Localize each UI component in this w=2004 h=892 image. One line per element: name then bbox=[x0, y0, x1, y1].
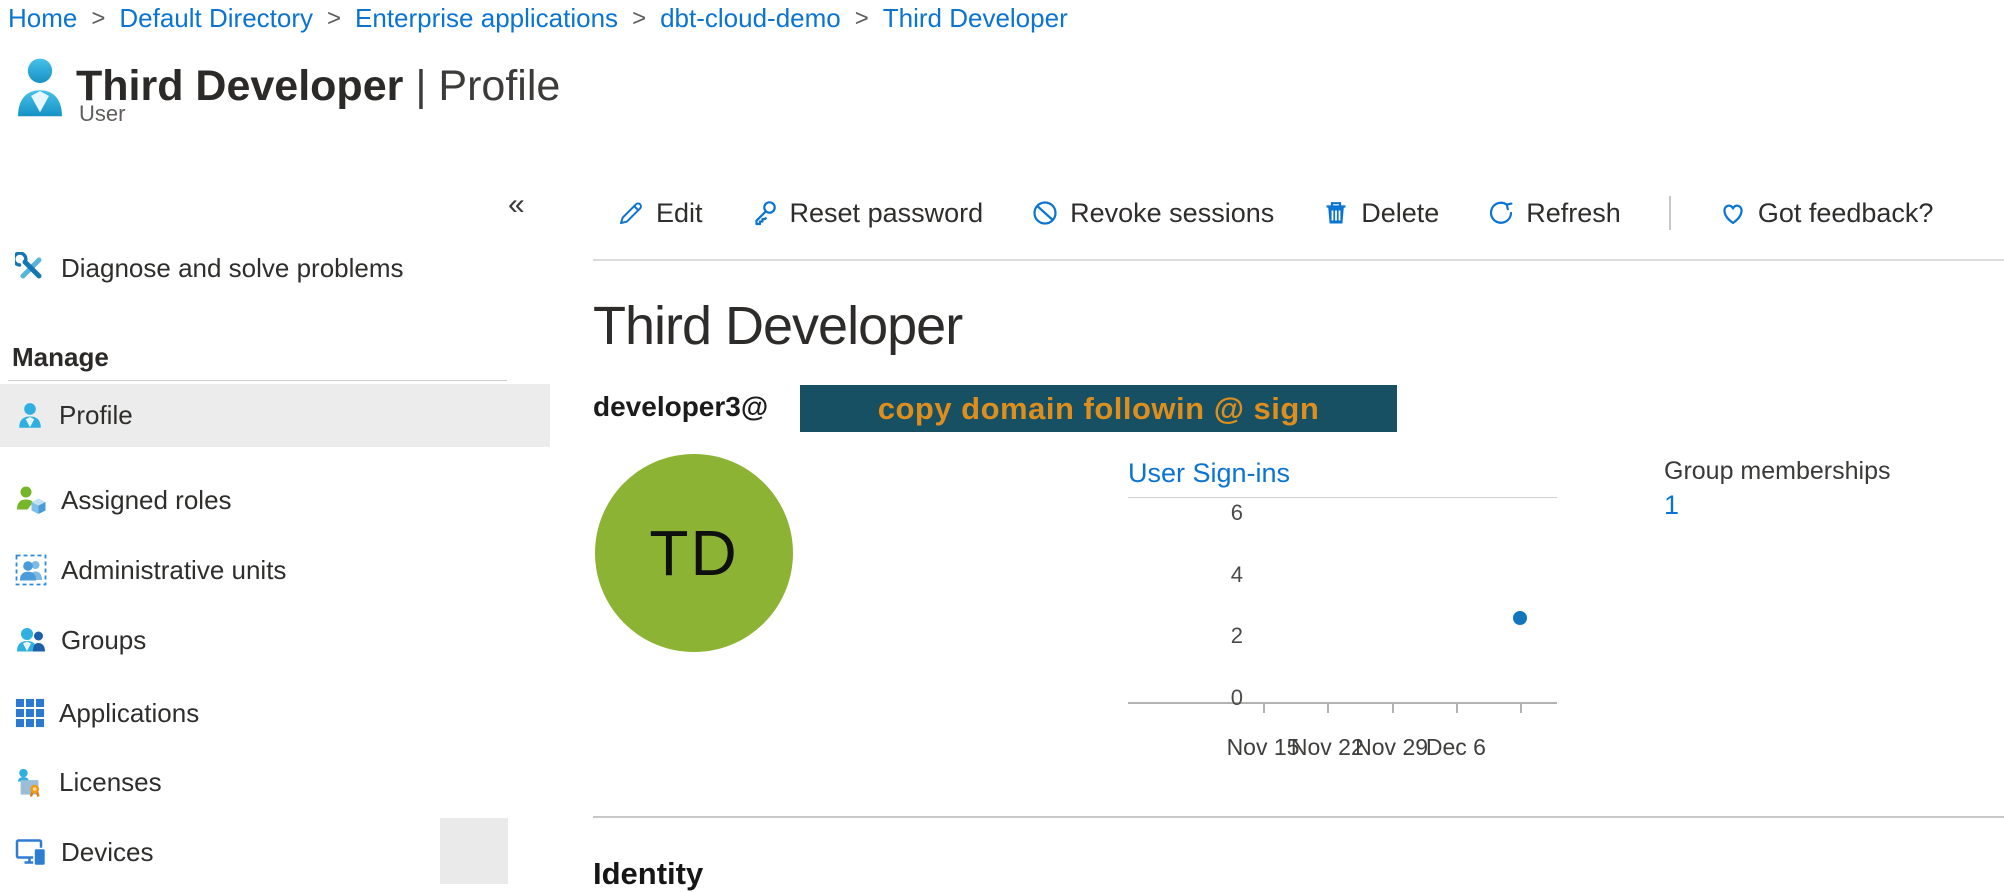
avatar-initials: TD bbox=[649, 516, 738, 590]
x-axis-tick bbox=[1263, 704, 1265, 713]
revoke-sessions-button[interactable]: Revoke sessions bbox=[1031, 198, 1274, 229]
button-label: Refresh bbox=[1526, 198, 1621, 229]
x-axis-label: Dec 6 bbox=[1411, 734, 1501, 761]
x-axis-tick bbox=[1327, 704, 1329, 713]
pencil-icon bbox=[617, 199, 645, 227]
sidebar-collapse-button[interactable]: « bbox=[508, 188, 525, 222]
sidebar-item-label: Diagnose and solve problems bbox=[61, 253, 404, 284]
trash-icon bbox=[1322, 199, 1350, 227]
breadcrumb-home[interactable]: Home bbox=[8, 3, 77, 34]
chart-title-divider bbox=[1128, 497, 1557, 498]
sidebar-item-label: Groups bbox=[61, 625, 146, 656]
button-label: Delete bbox=[1361, 198, 1439, 229]
y-axis-label: 2 bbox=[1213, 623, 1243, 649]
sidebar-section-manage: Manage bbox=[12, 342, 109, 373]
sidebar-item-assigned-roles[interactable]: Assigned roles bbox=[0, 469, 550, 531]
sidebar-item-groups[interactable]: Groups bbox=[0, 609, 550, 671]
breadcrumb-dbt-cloud-demo[interactable]: dbt-cloud-demo bbox=[660, 3, 841, 34]
sidebar-item-administrative-units[interactable]: Administrative units bbox=[0, 539, 550, 601]
section-divider bbox=[593, 816, 2004, 818]
sidebar-item-applications[interactable]: Applications bbox=[0, 682, 550, 744]
identity-section-heading: Identity bbox=[593, 856, 703, 892]
redaction-overlay: copy domain followin @ sign bbox=[800, 385, 1397, 432]
sidebar-divider bbox=[8, 380, 507, 381]
button-label: Revoke sessions bbox=[1070, 198, 1274, 229]
x-axis-tick bbox=[1456, 704, 1458, 713]
sidebar-item-label: Licenses bbox=[59, 767, 162, 798]
button-label: Edit bbox=[656, 198, 703, 229]
x-axis-tick bbox=[1392, 704, 1394, 713]
sidebar-scrollbar-thumb[interactable] bbox=[440, 818, 508, 884]
breadcrumb-separator: > bbox=[327, 5, 341, 33]
sidebar-item-label: Assigned roles bbox=[61, 485, 232, 516]
key-icon bbox=[751, 199, 779, 227]
profile-name-heading: Third Developer bbox=[593, 295, 962, 357]
user-sign-ins-link[interactable]: User Sign-ins bbox=[1128, 458, 1290, 489]
x-axis-tick bbox=[1520, 704, 1522, 713]
user-avatar-icon bbox=[14, 56, 66, 123]
applications-grid-icon bbox=[15, 698, 45, 728]
y-axis-label: 6 bbox=[1213, 500, 1243, 526]
refresh-button[interactable]: Refresh bbox=[1487, 198, 1621, 229]
page-title: Third Developer | Profile bbox=[76, 62, 560, 111]
sidebar-item-diagnose[interactable]: Diagnose and solve problems bbox=[0, 240, 550, 296]
sidebar-item-label: Devices bbox=[61, 837, 153, 868]
signin-chart: User Sign-ins 0246Nov 15Nov 22Nov 29Dec … bbox=[1128, 458, 1560, 778]
page-subtitle: User bbox=[79, 101, 125, 127]
edit-button[interactable]: Edit bbox=[617, 198, 703, 229]
refresh-icon bbox=[1487, 199, 1515, 227]
delete-button[interactable]: Delete bbox=[1322, 198, 1439, 229]
sidebar-item-label: Administrative units bbox=[61, 555, 286, 586]
breadcrumb: Home > Default Directory > Enterprise ap… bbox=[8, 3, 1068, 34]
groups-icon bbox=[15, 624, 47, 656]
devices-icon bbox=[15, 836, 47, 868]
blocked-icon bbox=[1031, 199, 1059, 227]
button-label: Reset password bbox=[790, 198, 984, 229]
data-point bbox=[1513, 611, 1527, 625]
page-title-suffix: | Profile bbox=[415, 62, 560, 110]
y-axis-label: 0 bbox=[1213, 685, 1243, 711]
group-memberships-link[interactable]: 1 bbox=[1664, 490, 1679, 521]
breadcrumb-default-directory[interactable]: Default Directory bbox=[119, 3, 313, 34]
breadcrumb-separator: > bbox=[632, 5, 646, 33]
administrative-units-icon bbox=[15, 554, 47, 586]
got-feedback-button[interactable]: Got feedback? bbox=[1719, 198, 1934, 229]
y-axis-label: 4 bbox=[1213, 562, 1243, 588]
breadcrumb-separator: > bbox=[91, 5, 105, 33]
breadcrumb-enterprise-applications[interactable]: Enterprise applications bbox=[355, 3, 618, 34]
toolbar-separator bbox=[1669, 196, 1671, 230]
licenses-icon bbox=[15, 767, 45, 797]
toolbar-divider bbox=[593, 259, 2004, 261]
person-icon bbox=[15, 401, 45, 431]
assigned-roles-icon bbox=[15, 484, 47, 516]
sidebar-item-profile[interactable]: Profile bbox=[0, 384, 550, 447]
breadcrumb-separator: > bbox=[855, 5, 869, 33]
sidebar-item-label: Profile bbox=[59, 400, 133, 431]
heart-icon bbox=[1719, 199, 1747, 227]
sidebar-item-label: Applications bbox=[59, 698, 199, 729]
sidebar-item-licenses[interactable]: Licenses bbox=[0, 751, 550, 813]
button-label: Got feedback? bbox=[1758, 198, 1934, 229]
group-memberships-label: Group memberships bbox=[1664, 457, 1890, 486]
reset-password-button[interactable]: Reset password bbox=[751, 198, 984, 229]
avatar: TD bbox=[595, 454, 793, 652]
user-principal-name: developer3@ bbox=[593, 391, 768, 423]
chart-x-axis bbox=[1128, 702, 1557, 704]
tools-icon bbox=[15, 252, 47, 284]
command-bar: Edit Reset password Revoke sessions Dele… bbox=[617, 190, 1933, 236]
breadcrumb-third-developer[interactable]: Third Developer bbox=[883, 3, 1068, 34]
